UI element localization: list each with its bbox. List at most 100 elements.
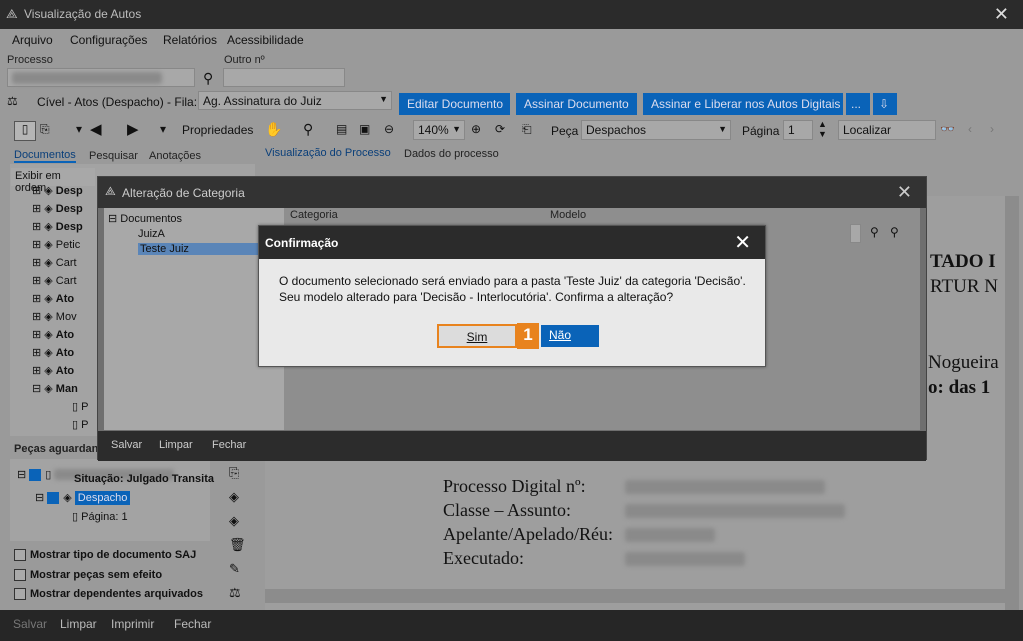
hand-icon[interactable]: ✋ [265, 121, 282, 138]
tree-item[interactable]: ⊞ ◈ Ato [32, 362, 88, 380]
menu-relatorios[interactable]: Relatórios [163, 33, 217, 47]
sign-and-release-button[interactable]: Assinar e Liberar nos Autos Digitais [643, 93, 843, 115]
horizontal-scrollbar[interactable] [265, 589, 1005, 603]
previous-icon[interactable]: ◀ [90, 120, 102, 138]
tree-item[interactable]: ⊞ ◈ Cart [32, 254, 88, 272]
tree-item[interactable]: ▯ P [32, 416, 88, 434]
tree-item[interactable]: ⊞ ◈ Ato [32, 344, 88, 362]
confirmation-dialog: Confirmação ✕ O documento selecionado se… [258, 225, 766, 367]
close-icon[interactable]: ✕ [994, 4, 1009, 25]
option-show-archived[interactable]: Mostrar dependentes arquivados [14, 588, 203, 601]
doc-line-3: Nogueira [928, 352, 999, 373]
print-button[interactable]: Imprimir [111, 617, 154, 631]
rotate-page-icon[interactable]: ⎗ [522, 122, 532, 137]
tab-documentos[interactable]: Documentos [14, 149, 76, 163]
vertical-scrollbar[interactable] [1005, 196, 1019, 610]
tab-dados-processo[interactable]: Dados do processo [404, 148, 499, 160]
tree-item[interactable]: ⊞ ◈ Desp [32, 218, 88, 236]
sign-icon[interactable]: ✎ [229, 557, 246, 581]
menu-arquivo[interactable]: Arquivo [12, 33, 53, 47]
piece-select[interactable]: Despachos ▼ [581, 120, 731, 140]
pending-page[interactable]: ▯ Página: 1 [72, 510, 128, 523]
tree-item[interactable]: ⊞ ◈ Petic [32, 236, 88, 254]
piece-label: Peça [551, 124, 579, 138]
save-button[interactable]: Salvar [13, 617, 47, 631]
page-input[interactable]: 1 [783, 120, 813, 140]
copy-icon[interactable]: ⎘ [229, 461, 246, 485]
process-input[interactable] [7, 68, 195, 87]
pending-despacho[interactable]: ⊟ ◈ Despacho [35, 491, 131, 505]
tree-item[interactable]: ⊞ ◈ Ato [32, 290, 88, 308]
zoom-out-icon[interactable]: ⊖ [384, 122, 394, 136]
tree-item[interactable]: ⊞ ◈ Desp [32, 200, 88, 218]
search-icon[interactable]: ⚲ [203, 70, 213, 87]
seal-icon-2[interactable]: ◈ [229, 509, 246, 533]
no-button[interactable]: Não [541, 325, 599, 347]
tree-item-teste-juiz[interactable]: Teste Juiz [138, 243, 262, 255]
doc-field-process: Processo Digital nº: [443, 476, 586, 496]
category-label: Categoria [290, 209, 338, 221]
select-tool-icon[interactable]: ▯ [14, 121, 36, 141]
tree-item[interactable]: ⊞ ◈ Cart [32, 272, 88, 290]
close-button[interactable]: Fechar [212, 439, 246, 451]
dropdown-icon-2[interactable]: ▾ [160, 122, 166, 136]
clear-button[interactable]: Limpar [60, 617, 97, 631]
next-icon[interactable]: ▶ [127, 120, 139, 138]
pending-actions: ⎘ ◈ ◈ 🗑 ✎ ⚖ [229, 461, 246, 605]
other-number-label: Outro nº [224, 54, 265, 66]
more-button[interactable]: ... [846, 93, 870, 115]
rotate-icon[interactable]: ⟳ [495, 122, 505, 136]
tree-item[interactable]: ⊞ ◈ Ato [32, 326, 88, 344]
text-tool-icon[interactable]: ⎘ [40, 122, 50, 137]
expand-dropdown-button[interactable]: ⇩ [873, 93, 897, 115]
tree-root-documentos[interactable]: ⊟ Documentos [108, 212, 182, 225]
find-input[interactable]: Localizar [838, 120, 936, 140]
close-icon[interactable]: ✕ [897, 182, 912, 203]
scale-icon[interactable]: ⚖ [229, 581, 246, 605]
category-dialog-header: ⟁ Alteração de Categoria ✕ [98, 177, 926, 208]
tab-anotacoes[interactable]: Anotações [149, 150, 201, 162]
queue-icon: ⚖ [7, 94, 18, 108]
tree-item-juiza[interactable]: JuizA [138, 228, 165, 240]
edit-document-button[interactable]: Editar Documento [399, 93, 510, 115]
dropdown-icon[interactable]: ▾ [76, 122, 82, 136]
close-button[interactable]: Fechar [174, 617, 211, 631]
trash-icon[interactable]: 🗑 [229, 533, 246, 557]
confirmation-header: Confirmação ✕ [259, 226, 765, 259]
menu-acessibilidade[interactable]: Acessibilidade [227, 33, 304, 47]
option-show-type[interactable]: Mostrar tipo de documento SAJ [14, 549, 196, 562]
find-next-icon[interactable]: › [990, 122, 994, 136]
main-footer: Salvar Limpar Imprimir Fechar [0, 610, 1023, 641]
seal-icon[interactable]: ◈ [229, 485, 246, 509]
zoom-icon[interactable]: ⚲ [303, 121, 313, 138]
tree-item[interactable]: ⊞ ◈ Desp [32, 182, 88, 200]
tab-visualizacao[interactable]: Visualização do Processo [265, 147, 391, 159]
properties-button[interactable]: Propriedades [182, 123, 253, 137]
app-logo-icon: ⟁ [6, 6, 18, 21]
zoom-select[interactable]: 140% ▼ [413, 120, 465, 140]
page-stepper[interactable]: ▲ ▼ [818, 119, 827, 139]
window-titlebar: ⟁ Visualização de Autos ✕ [0, 0, 1023, 29]
option-show-no-effect[interactable]: Mostrar peças sem efeito [14, 569, 162, 582]
tab-pesquisar[interactable]: Pesquisar [89, 150, 138, 162]
search-icon[interactable]: ⚲ [870, 225, 879, 239]
binoculars-icon[interactable]: 👓 [940, 122, 955, 136]
model-input[interactable] [850, 224, 861, 243]
save-button[interactable]: Salvar [111, 439, 142, 451]
fit-page-icon[interactable]: ▤ [336, 122, 347, 136]
zoom-in-icon[interactable]: ⊕ [471, 122, 481, 136]
clear-search-icon[interactable]: ⚲ [890, 225, 899, 239]
clear-button[interactable]: Limpar [159, 439, 193, 451]
category-dialog-footer: Salvar Limpar Fechar [98, 431, 926, 461]
tree-item[interactable]: ⊟ ◈ Man [32, 380, 88, 398]
find-previous-icon[interactable]: ‹ [968, 122, 972, 136]
other-number-input[interactable] [223, 68, 345, 87]
tree-item[interactable]: ▯ P [32, 398, 88, 416]
queue-select[interactable]: Ag. Assinatura do Juiz ▼ [198, 91, 392, 110]
tree-item[interactable]: ⊞ ◈ Mov [32, 308, 88, 326]
fit-width-icon[interactable]: ▣ [359, 122, 370, 136]
close-icon[interactable]: ✕ [734, 230, 751, 255]
sign-document-button[interactable]: Assinar Documento [516, 93, 637, 115]
menu-configuracoes[interactable]: Configurações [70, 33, 147, 47]
yes-button[interactable]: Sim [437, 324, 517, 348]
